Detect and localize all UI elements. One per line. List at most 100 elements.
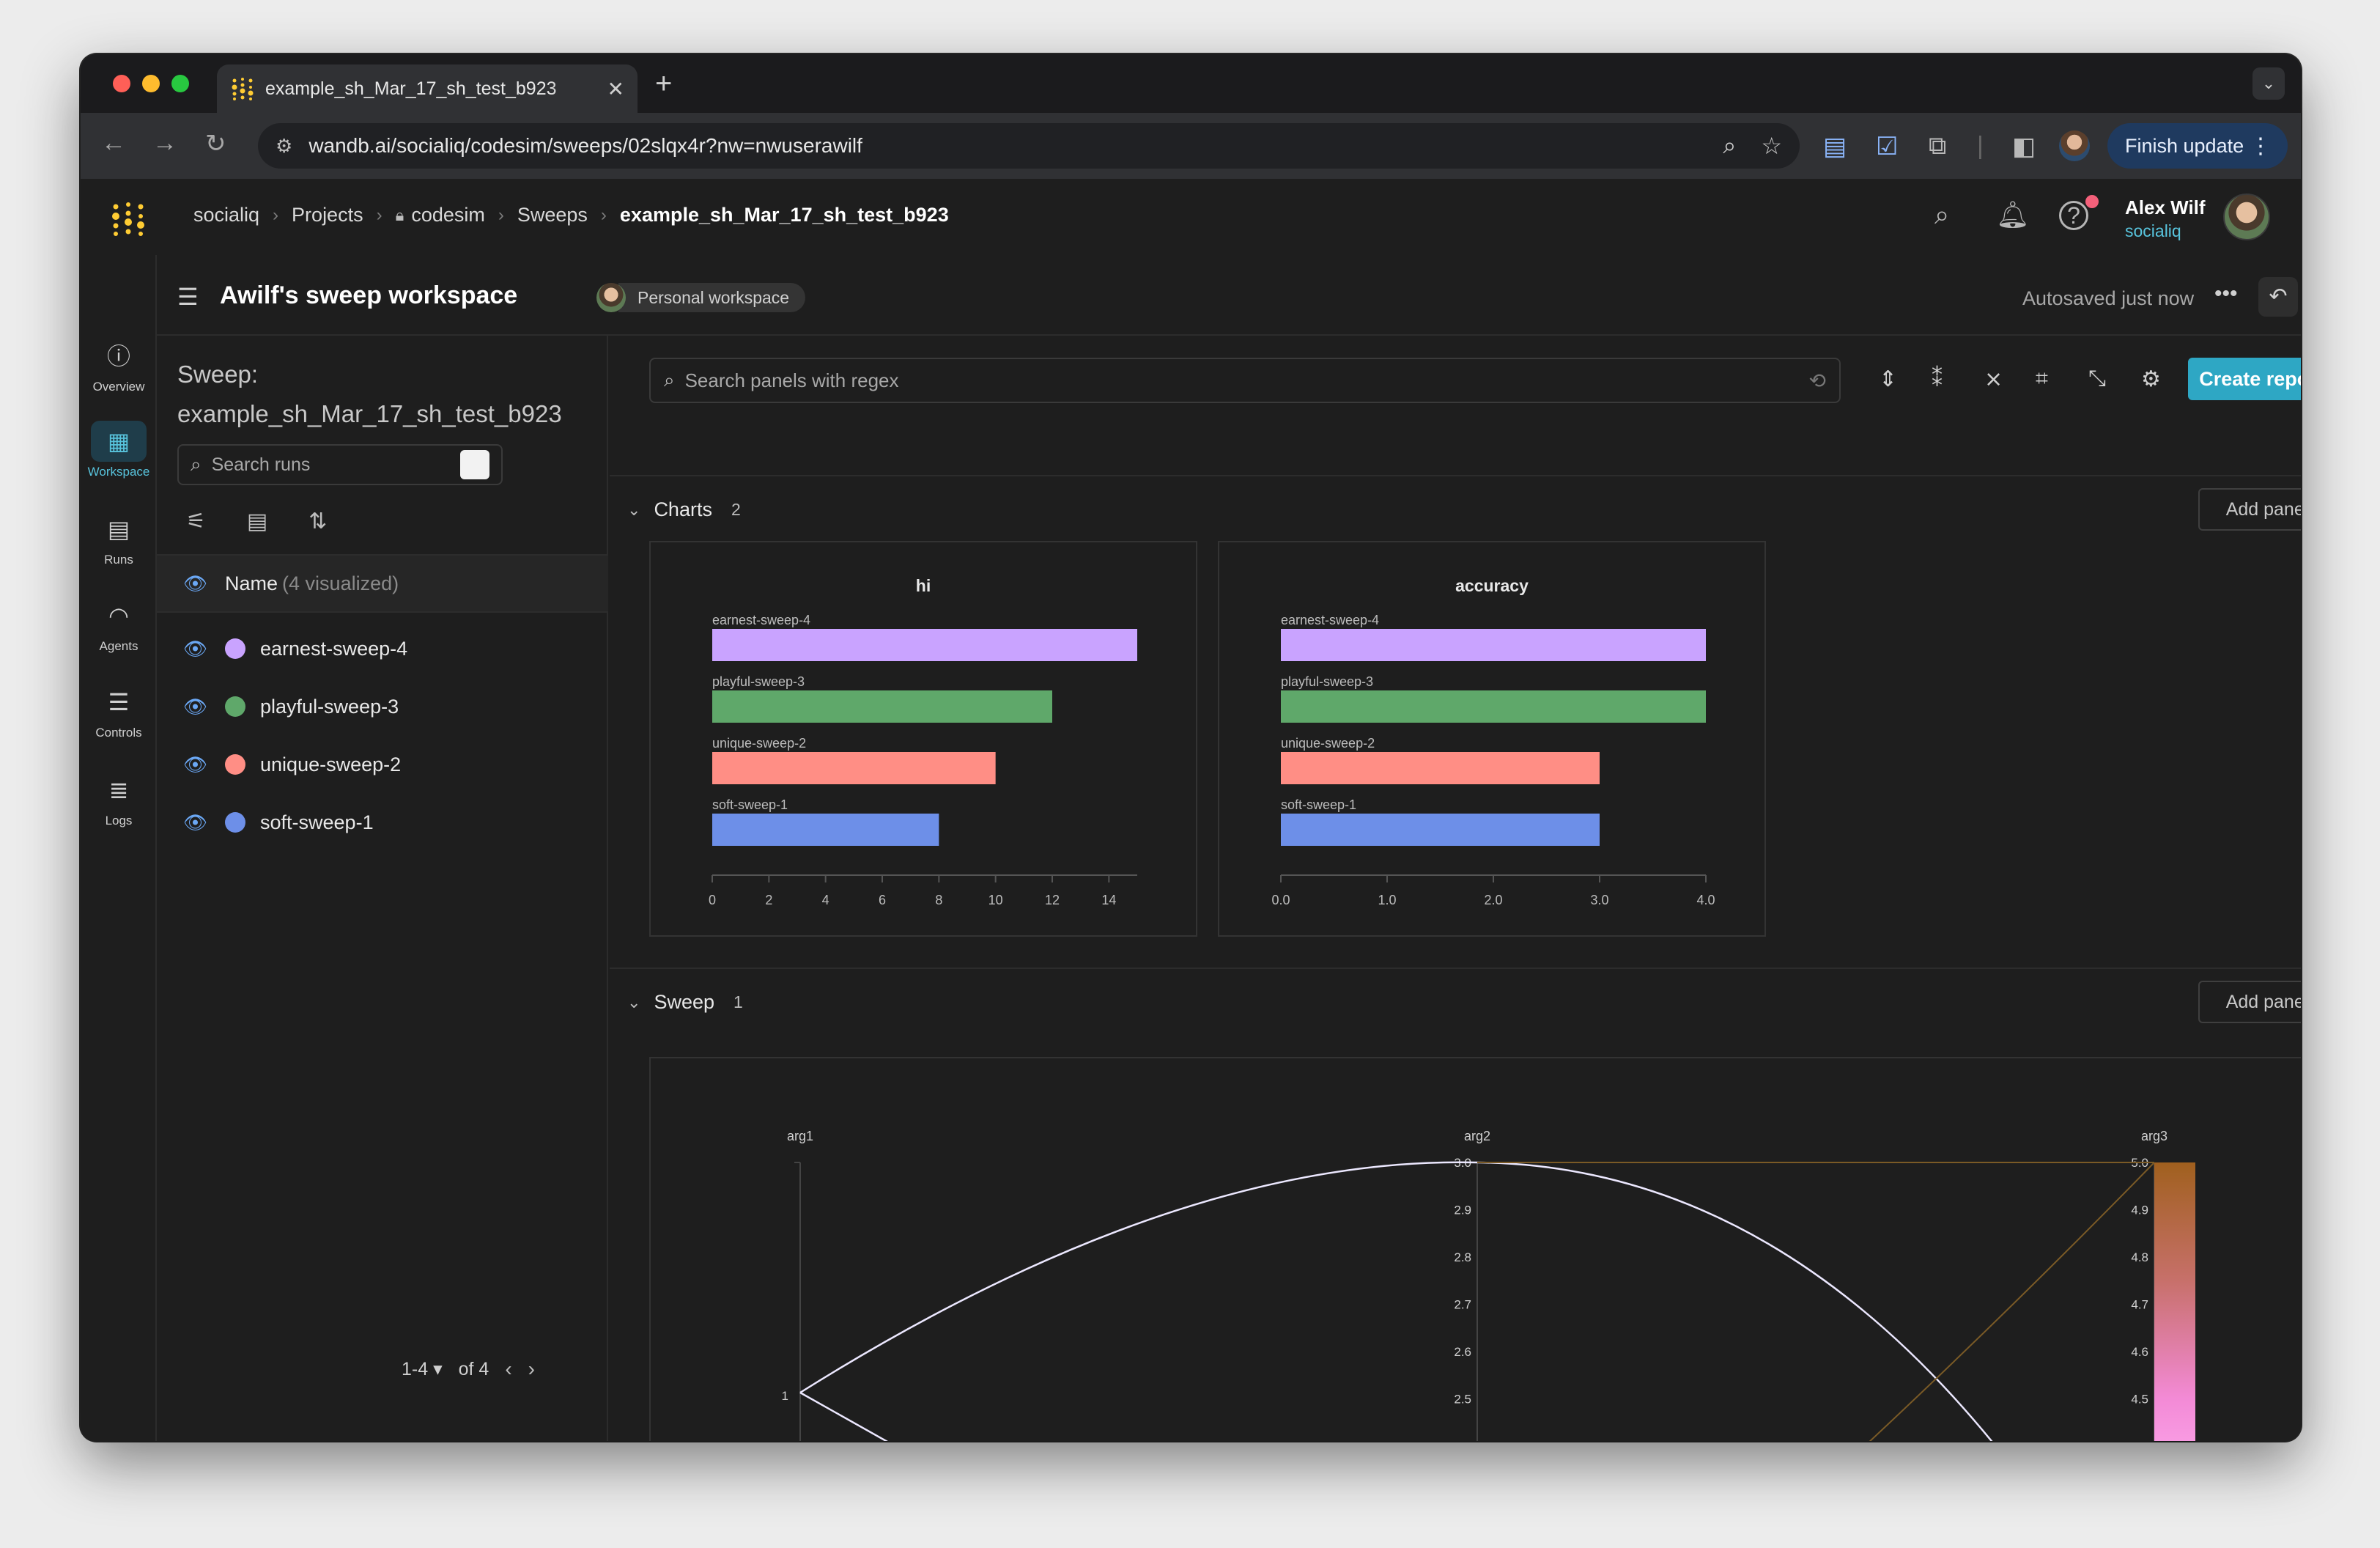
columns-icon[interactable]: ▤ — [247, 509, 267, 534]
bell-icon[interactable]: 🔔︎ — [1996, 199, 2030, 230]
name-column-label[interactable]: Name — [225, 572, 278, 595]
breadcrumb-sweeps[interactable]: Sweeps — [517, 204, 588, 226]
bar[interactable] — [1281, 752, 1600, 784]
rail-item-controls[interactable]: ☰ Controls — [81, 682, 157, 740]
axis-tick-label: 2.4 — [1454, 1440, 1471, 1441]
breadcrumb-projects[interactable]: Projects — [292, 204, 363, 226]
eye-icon[interactable]: 👁︎ — [183, 638, 207, 660]
run-color-dot[interactable] — [225, 812, 246, 833]
bar[interactable] — [1281, 629, 1706, 661]
run-name[interactable]: unique-sweep-2 — [260, 753, 401, 776]
runs-table-header: 👁︎ Name (4 visualized) — [157, 554, 608, 613]
close-tab-icon[interactable]: ✕ — [607, 77, 624, 101]
pc-line[interactable] — [1477, 1161, 2036, 1441]
chart-panel-accuracy[interactable]: accuracy earnest-sweep-4 playful-sweep-3 u… — [1218, 541, 1766, 937]
help-icon[interactable]: ? — [2059, 201, 2088, 230]
add-panel-button[interactable]: Add panel — [2198, 981, 2301, 1023]
next-page-icon[interactable]: › — [528, 1357, 535, 1381]
pc-line[interactable] — [799, 1391, 988, 1441]
smoothing-icon[interactable]: ⌗ — [2036, 366, 2048, 391]
forward-arrow-icon[interactable]: → — [152, 129, 177, 158]
rail-item-workspace[interactable]: ▦ Workspace — [81, 421, 157, 479]
undo-button[interactable]: ↶ — [2258, 277, 2298, 317]
tasks-extension-icon[interactable]: ☑ — [1876, 132, 1898, 161]
sort-icon[interactable]: ⇅ — [308, 509, 327, 534]
menu-icon[interactable]: ☰ — [177, 283, 199, 311]
outliers-icon[interactable]: ⤡ — [2088, 366, 2106, 391]
address-bar[interactable]: ⚙ wandb.ai/socialiq/codesim/sweeps/02slq… — [258, 123, 1800, 169]
tab-search-chevron-icon[interactable]: ⌄ — [2252, 67, 2285, 100]
run-row[interactable]: 👁︎ soft-sweep-1 — [157, 797, 608, 848]
new-tab-icon[interactable]: + — [655, 67, 672, 100]
pc-line[interactable] — [799, 1161, 1478, 1394]
search-runs-input[interactable]: ⌕ Search runs — [177, 444, 503, 485]
chevron-down-icon: ⌄ — [627, 500, 641, 519]
browser-tab[interactable]: example_sh_Mar_17_sh_test_b923 ✕ — [217, 64, 638, 113]
run-color-dot[interactable] — [225, 696, 246, 717]
run-name[interactable]: playful-sweep-3 — [260, 696, 399, 718]
more-options-icon[interactable]: ••• — [2214, 281, 2238, 306]
x-axis-icon[interactable]: ⨯ — [1984, 366, 2003, 392]
history-icon[interactable]: ⟲ — [1809, 369, 1826, 393]
rail-item-overview[interactable]: ⓘ Overview — [81, 336, 157, 394]
rail-item-logs[interactable]: ≣ Logs — [81, 770, 157, 828]
rail-item-agents[interactable]: ◠ Agents — [81, 595, 157, 654]
minimize-window-button[interactable] — [142, 75, 160, 92]
bookmark-star-icon[interactable]: ☆ — [1761, 132, 1782, 160]
section-header-charts[interactable]: ⌄ Charts 2 — [627, 498, 741, 521]
eye-icon[interactable]: 👁︎ — [183, 696, 207, 718]
bar[interactable] — [1281, 814, 1600, 846]
run-color-dot[interactable] — [225, 754, 246, 775]
settings-gear-icon[interactable]: ⚙ — [2141, 366, 2161, 392]
run-name[interactable]: soft-sweep-1 — [260, 811, 374, 834]
breadcrumb-entity[interactable]: socialiq — [193, 204, 259, 226]
collapse-icon[interactable]: ⁑ — [1932, 366, 1943, 392]
close-window-button[interactable] — [113, 75, 130, 92]
user-org[interactable]: socialiq — [2125, 221, 2181, 241]
docs-extension-icon[interactable]: ▤ — [1823, 132, 1847, 161]
zoom-icon[interactable]: ⌕ — [1723, 132, 1736, 160]
rail-item-runs[interactable]: ▤ Runs — [81, 509, 157, 567]
chart-panel-hi[interactable]: hi earnest-sweep-4 playful-sweep-3 unique-… — [649, 541, 1197, 937]
search-icon[interactable]: ⌕ — [1934, 199, 1949, 231]
user-avatar[interactable] — [2223, 194, 2270, 240]
expand-vertical-icon[interactable]: ⇕ — [1879, 366, 1897, 392]
run-name[interactable]: earnest-sweep-4 — [260, 638, 407, 660]
extensions-puzzle-icon[interactable]: ⧉ — [1929, 132, 1946, 161]
maximize-window-button[interactable] — [171, 75, 189, 92]
section-header-sweep[interactable]: ⌄ Sweep 1 — [627, 991, 743, 1014]
browser-profile-avatar[interactable] — [2059, 130, 2090, 161]
site-settings-icon[interactable]: ⚙ — [276, 135, 292, 158]
add-panel-button[interactable]: Add panel — [2198, 488, 2301, 531]
bar[interactable] — [712, 752, 996, 784]
back-arrow-icon[interactable]: ← — [101, 129, 126, 158]
workspace-badge[interactable]: Personal workspace — [618, 283, 806, 312]
wandb-logo-icon[interactable] — [110, 201, 147, 237]
prev-page-icon[interactable]: ‹ — [505, 1357, 511, 1381]
side-panel-icon[interactable]: ◧ — [2012, 132, 2036, 161]
reload-icon[interactable]: ↻ — [205, 129, 226, 158]
eye-icon[interactable]: 👁︎ — [183, 811, 207, 834]
eye-icon[interactable]: 👁︎ — [183, 753, 207, 776]
breadcrumb-sweep-name[interactable]: example_sh_Mar_17_sh_test_b923 — [620, 204, 949, 226]
user-name[interactable]: Alex Wilf — [2125, 196, 2206, 219]
create-report-button[interactable]: Create report — [2188, 358, 2301, 400]
finish-update-button[interactable]: Finish update ⋮ — [2107, 123, 2288, 169]
pc-line[interactable] — [1808, 1162, 2155, 1441]
bar[interactable] — [712, 814, 939, 846]
run-row[interactable]: 👁︎ earnest-sweep-4 — [157, 623, 608, 674]
run-row[interactable]: 👁︎ unique-sweep-2 — [157, 739, 608, 790]
bar[interactable] — [712, 629, 1137, 661]
filter-icon[interactable]: ⚟ — [186, 509, 206, 534]
workspace-title[interactable]: Awilf's sweep workspace — [220, 281, 517, 310]
regex-toggle[interactable] — [460, 450, 489, 479]
breadcrumb-project[interactable]: codesim — [411, 204, 485, 226]
bar[interactable] — [1281, 690, 1706, 723]
run-color-dot[interactable] — [225, 638, 246, 659]
bar[interactable] — [712, 690, 1052, 723]
parallel-coordinates-panel[interactable]: arg1arg2arg313.02.92.82.72.62.52.42.35.0… — [649, 1057, 2301, 1441]
page-range-dropdown[interactable]: 1-4 ▾ — [402, 1358, 443, 1380]
eye-icon[interactable]: 👁︎ — [183, 572, 207, 595]
search-panels-input[interactable]: ⌕ Search panels with regex ⟲ — [649, 358, 1841, 403]
run-row[interactable]: 👁︎ playful-sweep-3 — [157, 681, 608, 732]
